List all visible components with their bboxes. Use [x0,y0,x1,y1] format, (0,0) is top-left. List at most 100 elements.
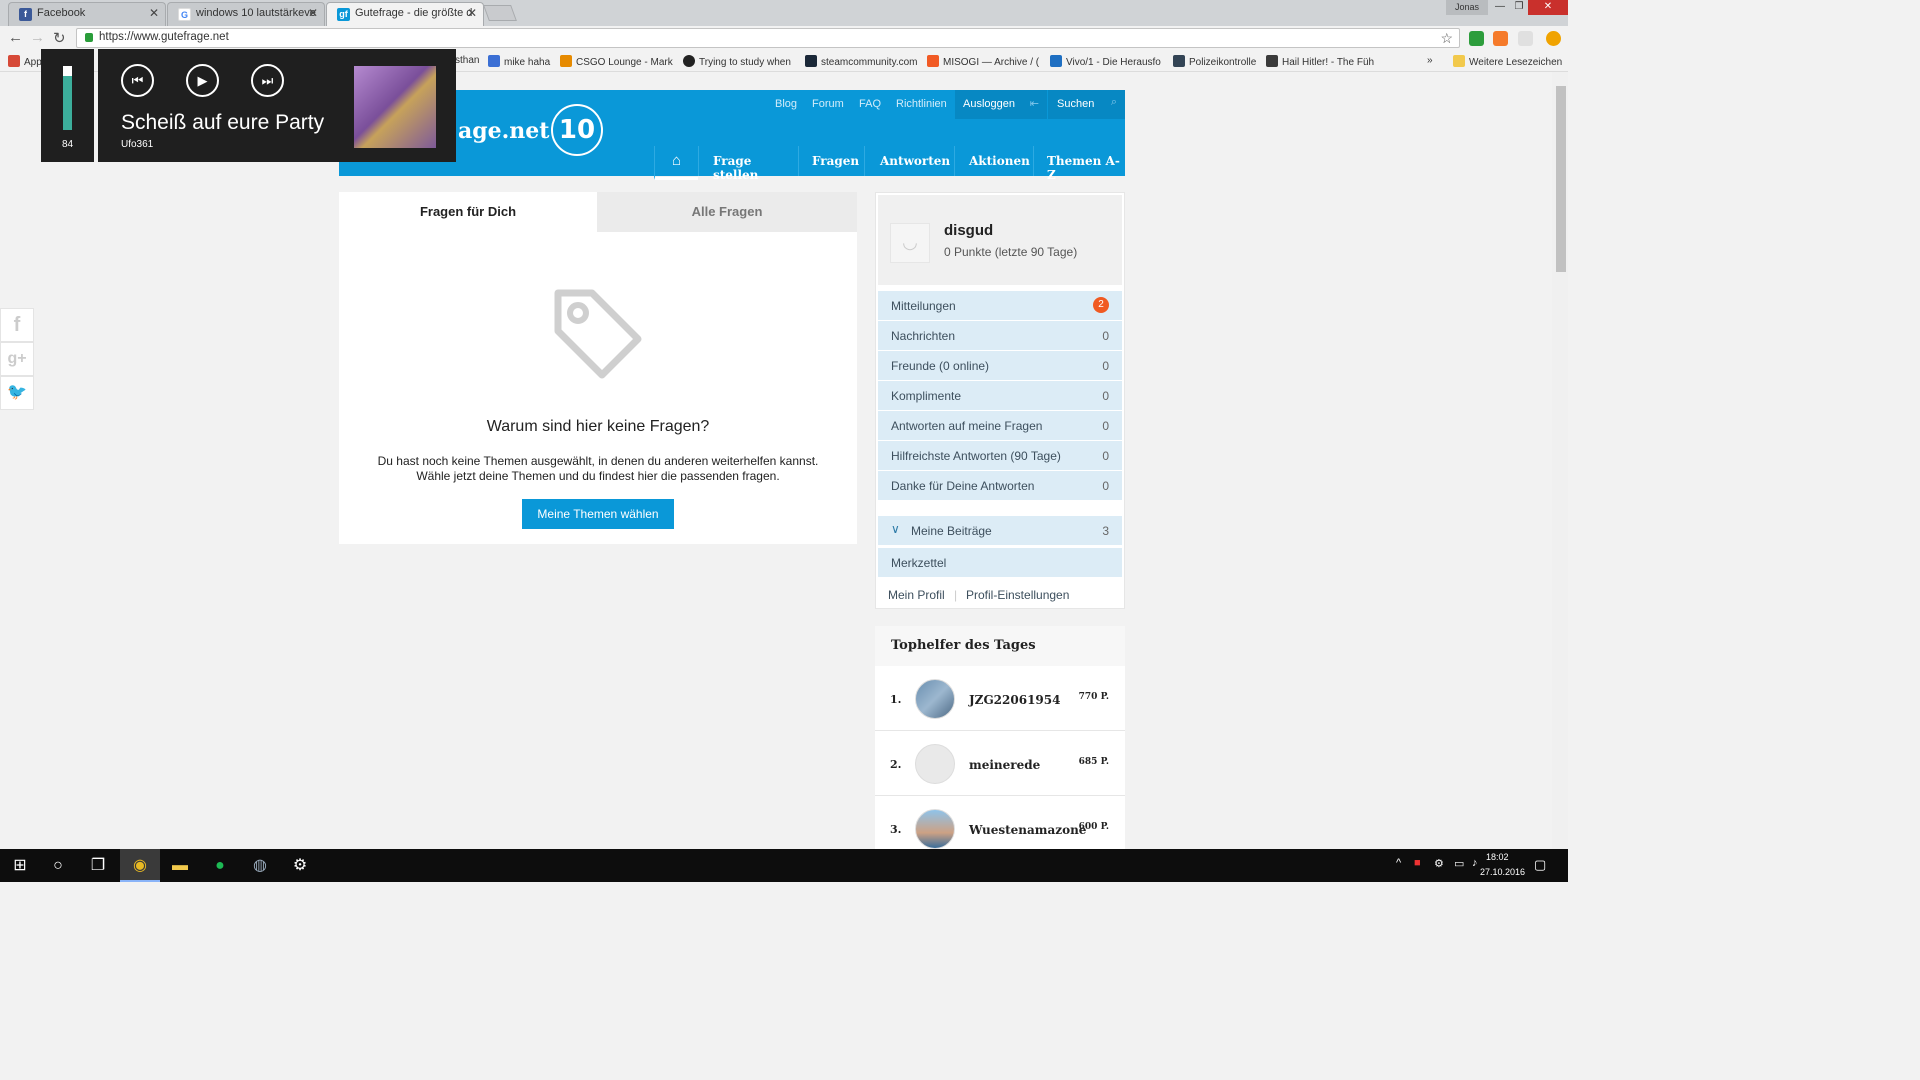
nav-aktionen[interactable]: Aktionen [954,146,1033,176]
sidebar-item-komplimente[interactable]: Komplimente 0 [878,381,1122,410]
tray-chevron-icon[interactable]: ^ [1396,857,1401,869]
bookmark-item[interactable]: sthan [455,55,479,66]
link-faq[interactable]: FAQ [859,98,881,110]
extension-icon[interactable] [1493,31,1508,46]
bookmarks-overflow-icon[interactable]: » [1427,55,1433,66]
logout-icon: ⇤ [1029,98,1039,110]
link-forum[interactable]: Forum [812,98,844,110]
nav-fragen[interactable]: Fragen [798,146,864,176]
close-tab-icon[interactable]: ✕ [149,6,159,20]
link-richtlinien[interactable]: Richtlinien [896,98,947,110]
bookmark-item[interactable]: steamcommunity.com [805,55,918,68]
choose-topics-button[interactable]: Meine Themen wählen [522,499,674,529]
avatar[interactable]: ◡ [890,223,930,263]
empty-state-text: Wähle jetzt deine Themen und du findest … [416,469,780,483]
nav-antworten[interactable]: Antworten [864,146,954,176]
steam-icon [805,55,817,67]
sidebar-item-nachrichten[interactable]: Nachrichten 0 [878,321,1122,350]
file-explorer-icon[interactable]: ▬ [160,849,200,882]
close-window-icon[interactable]: ✕ [1528,0,1568,15]
album-art [354,66,436,148]
facebook-share-icon[interactable]: f [0,308,34,342]
maximize-icon[interactable]: ❐ [1508,0,1530,15]
logout-button[interactable]: Ausloggen ⇤ [955,90,1047,119]
sidebar-item-mitteilungen[interactable]: Mitteilungen 2 [878,291,1122,320]
helper-name: meinerede [969,758,1041,772]
steam-icon[interactable]: ◍ [240,849,280,882]
bookmark-item[interactable]: Hail Hitler! - The Füh [1266,55,1374,68]
chrome-menu-icon[interactable] [1546,31,1561,46]
count: 0 [1102,389,1109,403]
tab-google-search[interactable]: G windows 10 lautstärkeve ✕ [167,2,325,26]
task-view-icon[interactable]: ❐ [78,849,118,882]
tray-app-icon[interactable]: ■ [1414,857,1421,869]
extension-icon[interactable] [1469,31,1484,46]
sidebar-item-merkzettel[interactable]: Merkzettel [878,548,1122,577]
new-tab-button[interactable] [483,5,517,21]
tab-title: Facebook [37,7,86,19]
empty-state-title: Warum sind hier keine Fragen? [486,418,710,435]
tab-title: Gutefrage - die größte d [355,7,473,19]
action-center-icon[interactable]: ▢ [1534,857,1546,873]
tab-gutefrage[interactable]: gf Gutefrage - die größte d ✕ [326,2,484,26]
previous-track-icon[interactable]: ⏮ [121,64,154,97]
count: 0 [1102,419,1109,433]
sidebar-item-danke[interactable]: Danke für Deine Antworten 0 [878,471,1122,500]
extension-icon[interactable] [1518,31,1533,46]
twitter-share-icon[interactable]: 🐦 [0,376,34,410]
count: 3 [1102,524,1109,538]
nav-home-icon[interactable]: ⌂ [654,146,698,180]
chrome-profile-button[interactable]: Jonas [1446,0,1488,15]
googleplus-share-icon[interactable]: g+ [0,342,34,376]
notification-badge: 2 [1093,297,1109,313]
link-mein-profil[interactable]: Mein Profil [888,588,945,602]
back-arrow-icon[interactable]: ← [8,29,23,46]
tray-volume-icon[interactable]: ♪ [1472,857,1478,869]
clock-time[interactable]: 18:02 [1486,852,1509,862]
tray-network-icon[interactable]: ⚙ [1434,857,1444,870]
close-tab-icon[interactable]: ✕ [308,6,318,20]
link-blog[interactable]: Blog [775,98,797,110]
bookmark-item[interactable]: MISOGI — Archive / ( [927,55,1039,68]
scrollbar-thumb[interactable] [1556,86,1566,272]
site-logo[interactable]: age.net [458,118,549,144]
next-track-icon[interactable]: ⏭ [251,64,284,97]
tab-facebook[interactable]: f Facebook ✕ [8,2,166,26]
sidebar-item-meine-beitraege[interactable]: ∨ Meine Beiträge 3 [878,516,1122,545]
sidebar-item-antworten-auf-fragen[interactable]: Antworten auf meine Fragen 0 [878,411,1122,440]
chrome-taskbar-icon[interactable]: ◉ [120,849,160,882]
search-button[interactable]: Suchen ⌕ [1047,90,1125,119]
sidebar-item-freunde[interactable]: Freunde (0 online) 0 [878,351,1122,380]
forward-arrow-icon[interactable]: → [30,29,45,46]
bookmark-favicon-icon [1050,55,1062,67]
list-item[interactable]: 1. JZG22061954 770 P. [875,667,1125,731]
link-profil-einstellungen[interactable]: Profil-Einstellungen [966,588,1069,602]
windows-start-icon[interactable]: ⊞ [0,849,40,882]
tab-fragen-fuer-dich[interactable]: Fragen für Dich [339,192,597,232]
bookmark-item[interactable]: Polizeikontrolle [1173,55,1256,68]
settings-gear-icon[interactable]: ⚙ [280,849,320,882]
spotify-icon[interactable]: ● [200,849,240,882]
bookmark-other[interactable]: Weitere Lesezeichen [1453,55,1562,68]
tray-display-icon[interactable]: ▭ [1454,857,1464,870]
clock-date[interactable]: 27.10.2016 [1480,867,1525,877]
tab-alle-fragen[interactable]: Alle Fragen [597,192,857,232]
nav-frage-stellen[interactable]: Frage stellen [698,146,798,182]
nav-themen-a-z[interactable]: Themen A-Z [1033,146,1125,182]
bookmark-item[interactable]: Trying to study when [683,55,791,68]
sidebar-item-hilfreichste-antworten[interactable]: Hilfreichste Antworten (90 Tage) 0 [878,441,1122,470]
reload-icon[interactable]: ↻ [53,29,66,47]
close-tab-icon[interactable]: ✕ [467,6,477,20]
list-item[interactable]: 2. meinerede 685 P. [875,732,1125,796]
bookmark-item[interactable]: Vivo/1 - Die Herausfo [1050,55,1161,68]
bookmark-item[interactable]: mike haha [488,55,550,68]
divider: | [954,588,958,602]
play-icon[interactable]: ▶ [186,64,219,97]
username[interactable]: disgud [944,222,993,239]
bookmark-apps[interactable]: App [8,55,42,68]
cortana-search-icon[interactable]: ○ [38,849,78,882]
bookmark-item[interactable]: CSGO Lounge - Mark [560,55,673,68]
address-bar[interactable]: https://www.gutefrage.net ☆ [76,28,1460,48]
bookmark-favicon-icon [560,55,572,67]
bookmark-star-icon[interactable]: ☆ [1440,30,1453,47]
